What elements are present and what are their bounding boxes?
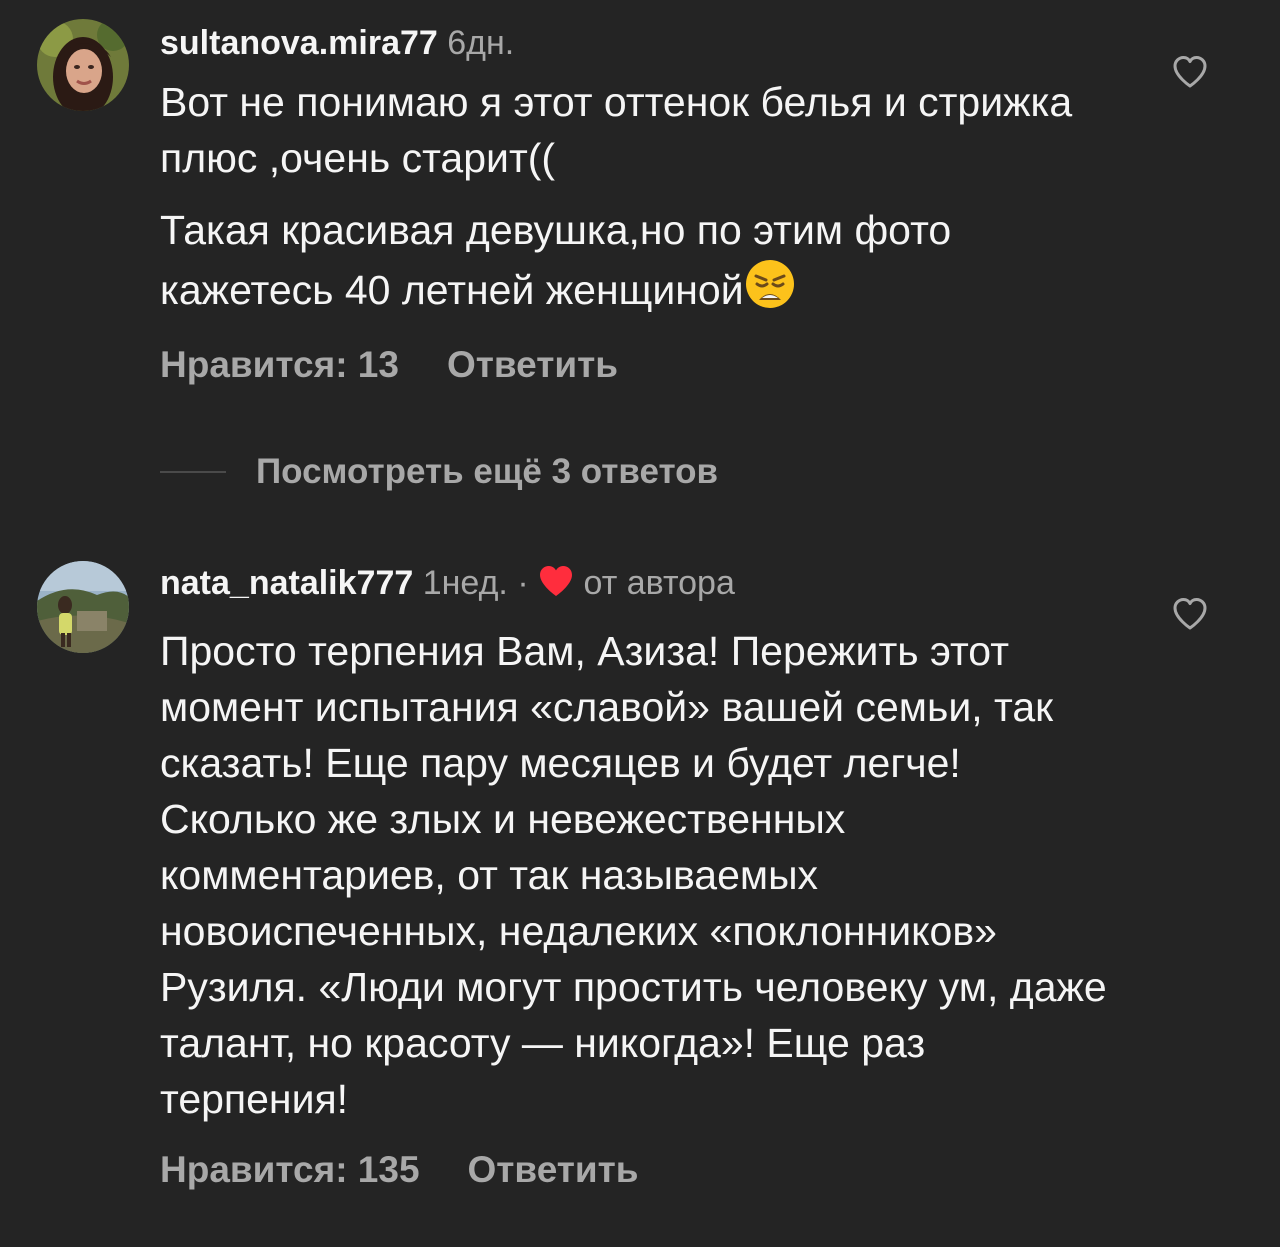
- comment-paragraph: Такая красивая девушка,но по этим фото к…: [160, 202, 1120, 324]
- username[interactable]: sultanova.mira77: [160, 24, 438, 62]
- divider-line: [160, 471, 226, 473]
- comment-actions: Нравится: 13 Ответить: [160, 344, 1120, 386]
- heart-outline-icon[interactable]: [1170, 52, 1210, 92]
- comment-paragraph: Вот не понимаю я этот оттенок белья и ст…: [160, 79, 1073, 181]
- reply-button[interactable]: Ответить: [468, 1149, 639, 1190]
- avatar[interactable]: [37, 19, 129, 111]
- likes-count-button[interactable]: Нравится: 135: [160, 1149, 420, 1190]
- comment-actions: Нравится: 135 Ответить: [160, 1149, 1120, 1191]
- comment-header: nata_natalik777 1нед. · от автора: [160, 561, 1120, 609]
- comment-text: Просто терпения Вам, Азиза! Пережить это…: [160, 623, 1120, 1127]
- comment-paragraph: Просто терпения Вам, Азиза! Пережить это…: [160, 628, 1107, 1122]
- meta-separator: ·: [517, 564, 529, 602]
- comment-text: Вот не понимаю я этот оттенок белья и ст…: [160, 74, 1120, 324]
- heart-outline-icon[interactable]: [1170, 594, 1210, 634]
- reply-button[interactable]: Ответить: [447, 344, 618, 385]
- heart-filled-icon: [538, 564, 574, 609]
- view-more-replies-label: Посмотреть ещё 3 ответов: [256, 452, 719, 491]
- timestamp: 6дн.: [447, 24, 515, 62]
- username[interactable]: nata_natalik777: [160, 564, 413, 602]
- weary-face-emoji-icon: [744, 258, 796, 324]
- timestamp: 1нед.: [422, 564, 508, 602]
- comment-header: sultanova.mira77 6дн.: [160, 21, 1120, 65]
- comment-paragraph-text: Такая красивая девушка,но по этим фото к…: [160, 207, 952, 313]
- avatar[interactable]: [37, 561, 129, 653]
- author-liked-label: от автора: [583, 564, 735, 602]
- likes-count-button[interactable]: Нравится: 13: [160, 344, 399, 385]
- view-more-replies-button[interactable]: Посмотреть ещё 3 ответов: [160, 450, 718, 494]
